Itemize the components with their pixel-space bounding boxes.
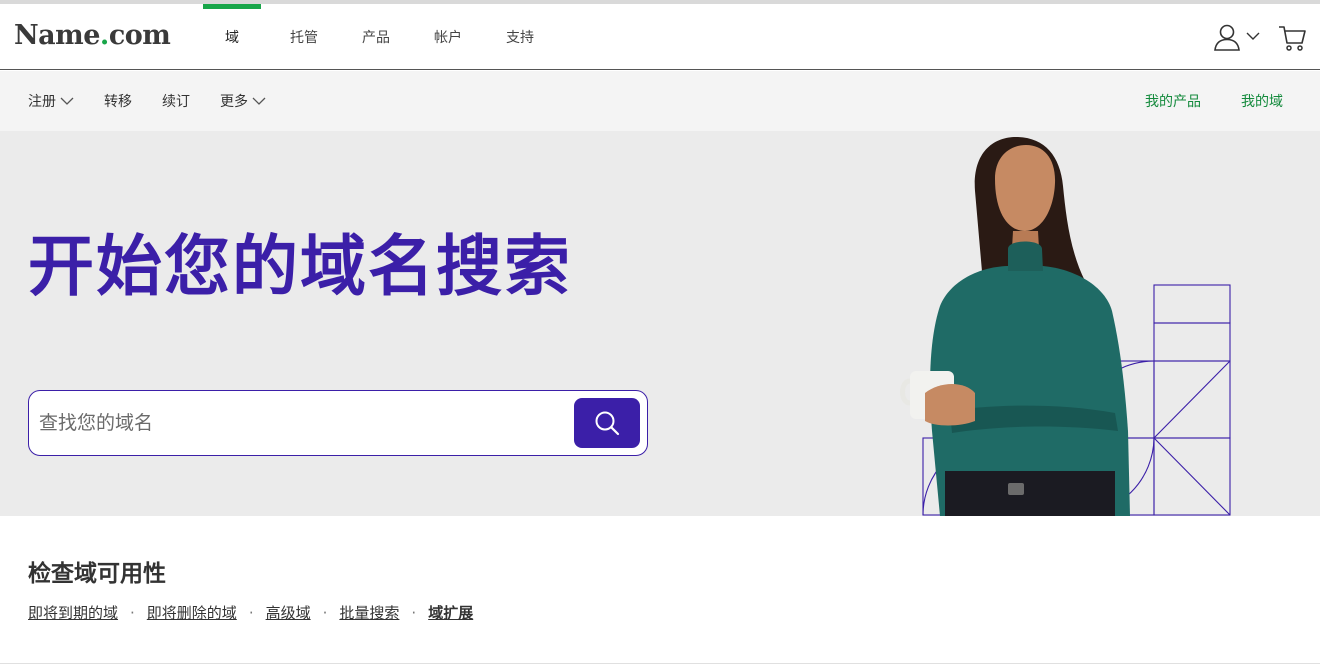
nav-item-account[interactable]: 帐户 bbox=[412, 4, 484, 70]
domain-search-input[interactable] bbox=[39, 403, 569, 443]
availability-links: 即将到期的域 · 即将删除的域 · 高级域 · 批量搜索 · 域扩展 bbox=[28, 602, 473, 623]
chevron-down-icon bbox=[60, 97, 74, 105]
availability-title: 检查域可用性 bbox=[28, 561, 166, 587]
subnav-label: 我的产品 bbox=[1145, 94, 1201, 110]
hero-title: 开始您的域名搜索 bbox=[28, 228, 572, 305]
hero-section: 开始您的域名搜索 bbox=[0, 131, 1320, 516]
subnav-label: 转移 bbox=[104, 94, 132, 110]
subnav-my-domains[interactable]: 我的域 bbox=[1241, 71, 1283, 131]
nav-item-domains[interactable]: 域 bbox=[196, 4, 268, 70]
link-domain-extensions[interactable]: 域扩展 bbox=[428, 602, 473, 623]
link-separator: · bbox=[248, 603, 254, 622]
link-expiring-domains[interactable]: 即将到期的域 bbox=[28, 602, 118, 623]
link-separator: · bbox=[411, 603, 417, 622]
nav-label: 帐户 bbox=[434, 30, 462, 46]
subnav-my-products[interactable]: 我的产品 bbox=[1145, 71, 1201, 131]
account-menu-button[interactable] bbox=[1214, 24, 1266, 52]
sub-nav: 注册 转移 续订 更多 我的产品 我的域 bbox=[0, 71, 1320, 131]
subnav-item-register[interactable]: 注册 bbox=[28, 71, 74, 131]
search-icon bbox=[595, 411, 620, 436]
logo-name: Name bbox=[14, 20, 100, 51]
subnav-label: 续订 bbox=[162, 94, 190, 110]
subnav-item-transfer[interactable]: 转移 bbox=[104, 71, 132, 131]
hero-illustration bbox=[900, 136, 1231, 516]
subnav-item-more[interactable]: 更多 bbox=[220, 71, 266, 131]
chevron-down-icon bbox=[252, 97, 266, 105]
site-header: Name.com 域 托管 产品 帐户 支持 bbox=[0, 4, 1320, 70]
nav-item-products[interactable]: 产品 bbox=[340, 4, 412, 70]
search-button[interactable] bbox=[574, 398, 640, 448]
link-separator: · bbox=[322, 603, 328, 622]
subnav-label: 我的域 bbox=[1241, 94, 1283, 110]
nav-item-hosting[interactable]: 托管 bbox=[268, 4, 340, 70]
divider bbox=[0, 663, 1320, 664]
main-nav: 域 托管 产品 帐户 支持 bbox=[196, 4, 556, 70]
domain-search-box bbox=[28, 390, 648, 456]
nav-label: 托管 bbox=[290, 30, 318, 46]
chevron-down-icon bbox=[1246, 32, 1260, 40]
logo[interactable]: Name.com bbox=[14, 20, 171, 51]
subnav-item-renew[interactable]: 续订 bbox=[162, 71, 190, 131]
link-separator: · bbox=[130, 603, 135, 622]
subnav-label: 注册 bbox=[28, 94, 56, 110]
logo-dot: . bbox=[99, 20, 109, 51]
nav-label: 域 bbox=[225, 30, 239, 46]
nav-item-support[interactable]: 支持 bbox=[484, 4, 556, 70]
nav-label: 支持 bbox=[506, 30, 534, 46]
nav-label: 产品 bbox=[362, 30, 390, 46]
link-bulk-search[interactable]: 批量搜索 bbox=[339, 602, 399, 623]
subnav-label: 更多 bbox=[220, 94, 248, 110]
cart-icon bbox=[1279, 26, 1306, 51]
cart-button[interactable] bbox=[1278, 24, 1308, 52]
person-photo bbox=[900, 136, 1130, 516]
user-icon bbox=[1214, 24, 1260, 51]
link-deleting-domains[interactable]: 即将删除的域 bbox=[147, 602, 237, 623]
link-premium-domains[interactable]: 高级域 bbox=[266, 602, 311, 623]
logo-tld: com bbox=[108, 20, 171, 51]
